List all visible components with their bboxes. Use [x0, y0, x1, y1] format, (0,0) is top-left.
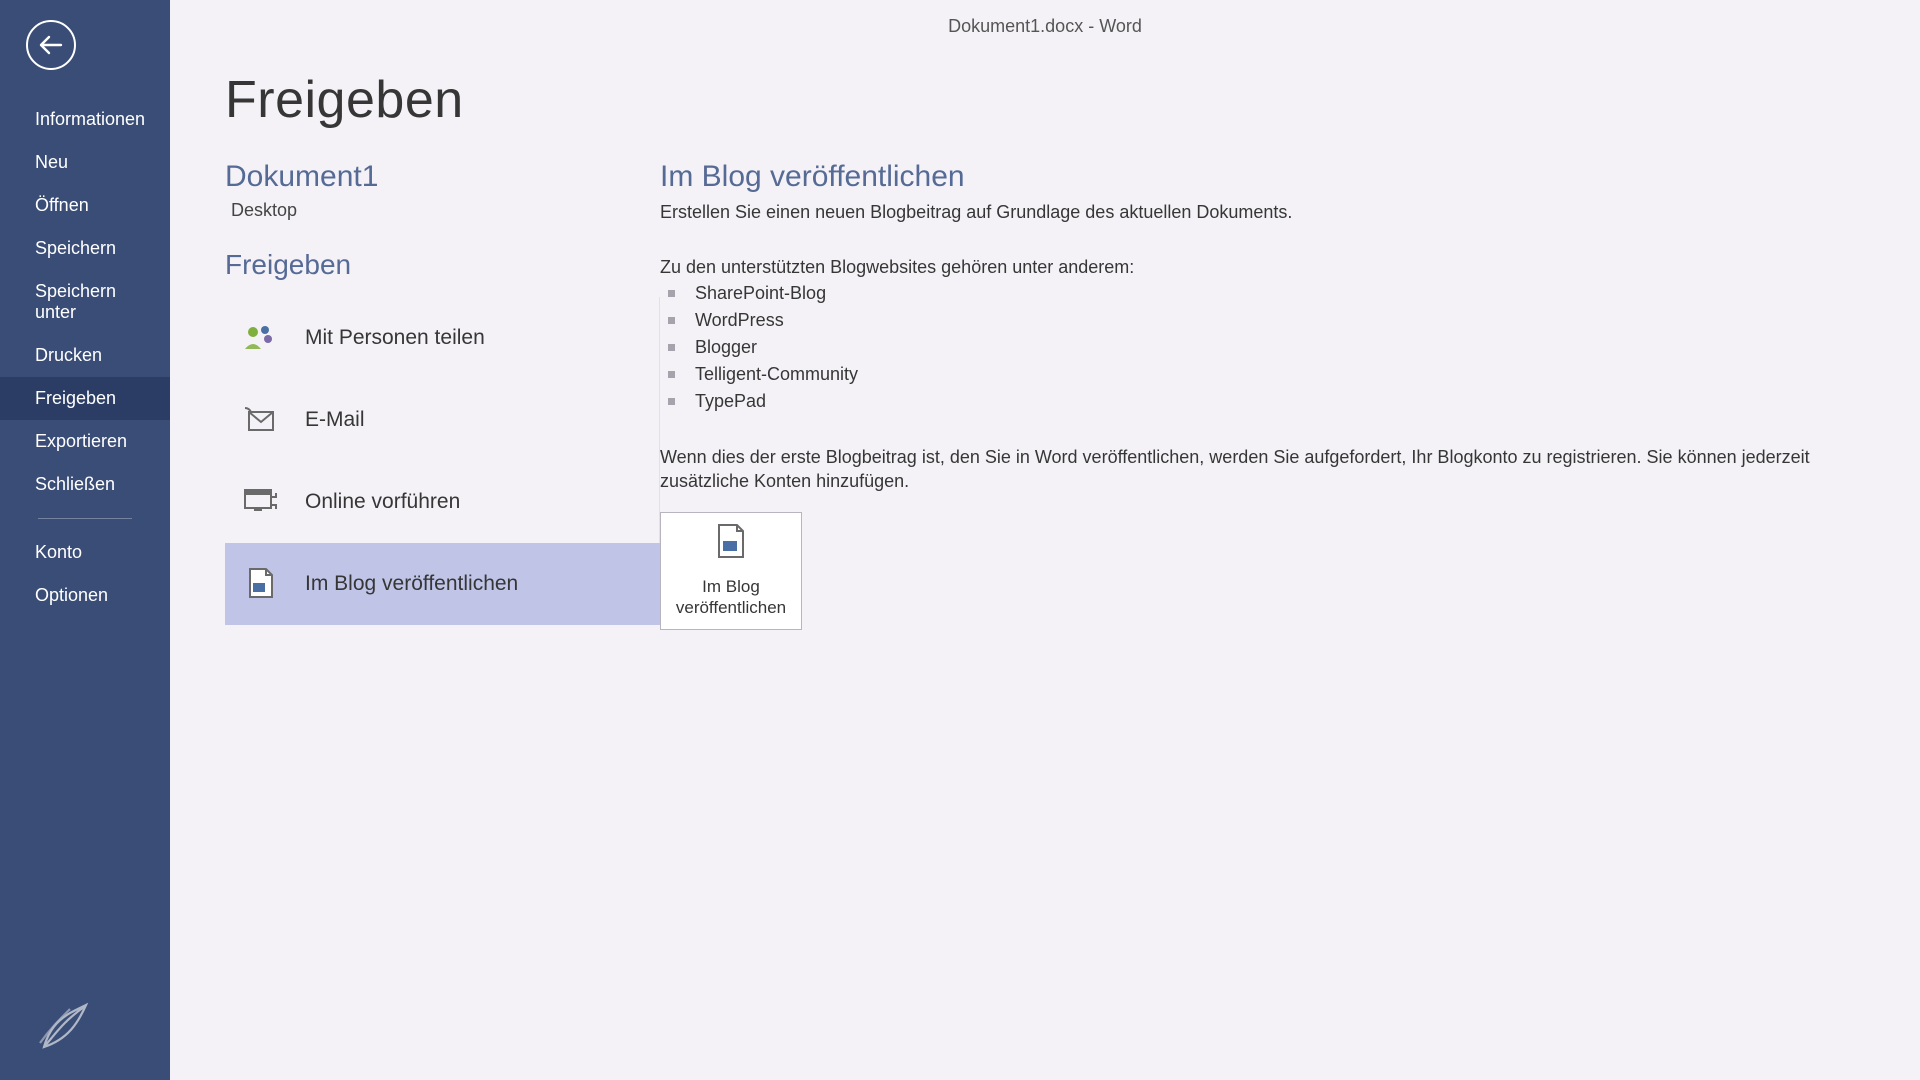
sidebar-item-speichern[interactable]: Speichern — [0, 227, 170, 270]
detail-title: Im Blog veröffentlichen — [660, 160, 1860, 194]
detail-note: Wenn dies der erste Blogbeitrag ist, den… — [660, 445, 1860, 494]
sidebar-item-exportieren[interactable]: Exportieren — [0, 420, 170, 463]
people-icon — [241, 319, 279, 357]
list-item: Telligent-Community — [668, 361, 1860, 388]
backstage-sidebar: Informationen Neu Öffnen Speichern Speic… — [0, 0, 170, 1080]
share-email-item[interactable]: E-Mail — [225, 379, 660, 461]
publish-to-blog-button[interactable]: Im Blogveröffentlichen — [660, 512, 802, 630]
backstage-content: Dokument1.docx - Word Freigeben Dokument… — [170, 0, 1920, 1080]
share-options-list: Mit Personen teilen E-Mail — [225, 297, 660, 625]
blog-icon — [241, 565, 279, 603]
sidebar-item-oeffnen[interactable]: Öffnen — [0, 184, 170, 227]
backstage-view: Informationen Neu Öffnen Speichern Speic… — [0, 0, 1920, 1080]
share-people-item[interactable]: Mit Personen teilen — [225, 297, 660, 379]
sidebar-item-speichern-unter[interactable]: Speichern unter — [0, 270, 170, 334]
sidebar-item-optionen[interactable]: Optionen — [0, 574, 170, 617]
share-left-column: Dokument1 Desktop Freigeben — [225, 160, 660, 630]
present-online-icon — [241, 483, 279, 521]
share-item-label: Online vorführen — [305, 490, 460, 514]
share-item-label: Im Blog veröffentlichen — [305, 572, 518, 596]
supported-sites-list: SharePoint-Blog WordPress Blogger Tellig… — [668, 280, 1860, 415]
list-item: WordPress — [668, 307, 1860, 334]
sidebar-item-konto[interactable]: Konto — [0, 531, 170, 574]
sidebar-item-schliessen[interactable]: Schließen — [0, 463, 170, 506]
share-item-label: Mit Personen teilen — [305, 326, 485, 350]
share-item-label: E-Mail — [305, 408, 365, 432]
sidebar-item-drucken[interactable]: Drucken — [0, 334, 170, 377]
list-item: Blogger — [668, 334, 1860, 361]
sidebar-divider — [38, 518, 132, 519]
page-title: Freigeben — [225, 70, 1920, 130]
share-section-title: Freigeben — [225, 249, 660, 281]
sidebar-item-neu[interactable]: Neu — [0, 141, 170, 184]
detail-description: Erstellen Sie einen neuen Blogbeitrag au… — [660, 202, 1860, 223]
sidebar-item-freigeben[interactable]: Freigeben — [0, 377, 170, 420]
email-icon — [241, 401, 279, 439]
back-arrow-icon — [39, 35, 63, 55]
sidebar-nav: Informationen Neu Öffnen Speichern Speic… — [0, 98, 170, 617]
list-item: SharePoint-Blog — [668, 280, 1860, 307]
share-blog-item[interactable]: Im Blog veröffentlichen — [225, 543, 660, 625]
blog-page-icon — [714, 523, 748, 566]
back-button[interactable] — [26, 20, 76, 70]
sidebar-item-informationen[interactable]: Informationen — [0, 98, 170, 141]
list-item: TypePad — [668, 388, 1860, 415]
share-detail-column: Im Blog veröffentlichen Erstellen Sie ei… — [660, 160, 1920, 630]
detail-supported-label: Zu den unterstützten Blogwebsites gehöre… — [660, 257, 1860, 278]
button-label: Im Blogveröffentlichen — [676, 576, 786, 619]
document-title: Dokument1 — [225, 160, 660, 194]
content-columns: Dokument1 Desktop Freigeben — [225, 160, 1920, 630]
window-title: Dokument1.docx - Word — [948, 16, 1142, 37]
app-brand-icon — [34, 999, 92, 1062]
document-location: Desktop — [231, 200, 660, 221]
share-present-online-item[interactable]: Online vorführen — [225, 461, 660, 543]
